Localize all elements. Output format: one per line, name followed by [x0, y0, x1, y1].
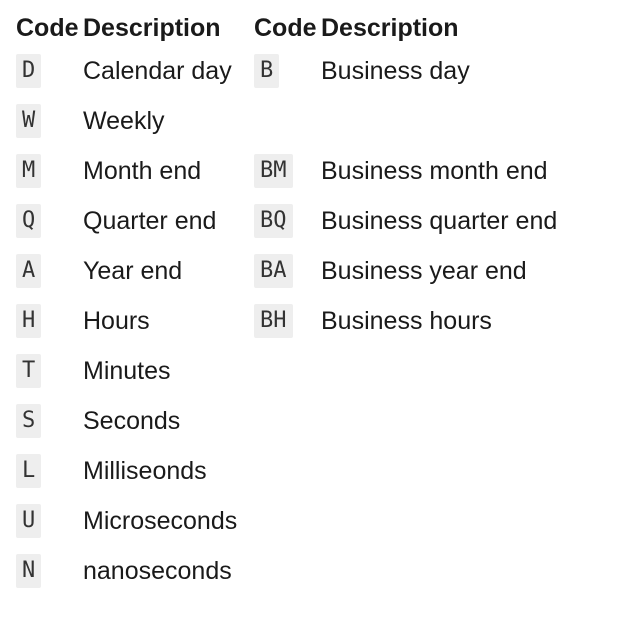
business-description-cell: Business quarter end: [321, 206, 558, 235]
table-row: W Weekly: [16, 96, 557, 146]
business-frequency-code: B: [254, 54, 280, 88]
business-code-cell: BQ: [254, 196, 321, 246]
table-row: D Calendar day B Business day: [16, 46, 557, 96]
description-cell: Month end: [83, 156, 202, 185]
header-description-2: Description: [321, 13, 459, 42]
description-cell: Year end: [83, 256, 183, 285]
code-cell: L: [16, 446, 83, 496]
code-cell: M: [16, 146, 83, 196]
code-cell: U: [16, 496, 83, 546]
description-cell: Calendar day: [83, 56, 232, 85]
business-code-cell: BH: [254, 296, 321, 346]
code-cell: H: [16, 296, 83, 346]
business-code-cell: B: [254, 46, 321, 96]
table-row: Nnanoseconds: [16, 546, 557, 596]
code-cell: Q: [16, 196, 83, 246]
header-code-1: Code: [16, 13, 79, 42]
business-description-cell: Business day: [321, 56, 470, 85]
description-cell: Seconds: [83, 406, 181, 435]
description-cell: Weekly: [83, 106, 165, 135]
description-cell: Microseconds: [83, 506, 238, 535]
business-code-cell: [254, 346, 321, 396]
frequency-codes-table-container: Code Description Code Description D Calen…: [16, 10, 557, 596]
business-code-cell: [254, 446, 321, 496]
code-cell: T: [16, 346, 83, 396]
business-code-cell: [254, 496, 321, 546]
frequency-code: T: [16, 354, 42, 388]
frequency-code: W: [16, 104, 42, 138]
table-body: D Calendar day B Business day W Weekly M Month …: [16, 46, 557, 596]
business-code-cell: [254, 546, 321, 596]
business-code-cell: BA: [254, 246, 321, 296]
business-description-cell: [321, 496, 557, 546]
frequency-code: L: [16, 454, 42, 488]
table-row: M Month end BM Business month end: [16, 146, 557, 196]
business-description-cell: [321, 446, 557, 496]
frequency-code: N: [16, 554, 42, 588]
frequency-codes-table: Code Description Code Description D Calen…: [16, 10, 557, 596]
frequency-code: M: [16, 154, 42, 188]
frequency-code: U: [16, 504, 42, 538]
description-cell: Milliseonds: [83, 456, 207, 485]
header-description-1: Description: [83, 13, 221, 42]
business-description-cell: Business hours: [321, 306, 492, 335]
code-cell: W: [16, 96, 83, 146]
table-row: H Hours BH Business hours: [16, 296, 557, 346]
header-code-2: Code: [254, 13, 317, 42]
description-cell: nanoseconds: [83, 556, 232, 585]
page: { "headers": { "code_1": "Code", "descri…: [0, 0, 628, 642]
header-row: Code Description Code Description: [16, 10, 557, 46]
business-description-cell: Business year end: [321, 256, 527, 285]
business-code-cell: [254, 96, 321, 146]
frequency-code: S: [16, 404, 42, 438]
frequency-code: H: [16, 304, 42, 338]
table-row: S Seconds: [16, 396, 557, 446]
frequency-code: D: [16, 54, 42, 88]
business-description-cell: [321, 346, 557, 396]
description-cell: Hours: [83, 306, 150, 335]
business-description-cell: [321, 396, 557, 446]
business-description-cell: [321, 546, 557, 596]
frequency-code: Q: [16, 204, 42, 238]
business-code-cell: BM: [254, 146, 321, 196]
table-row: A Year end BA Business year end: [16, 246, 557, 296]
business-code-cell: [254, 396, 321, 446]
code-cell: D: [16, 46, 83, 96]
business-frequency-code: BA: [254, 254, 293, 288]
table-row: L Milliseonds: [16, 446, 557, 496]
description-cell: Minutes: [83, 356, 171, 385]
table-row: T Minutes: [16, 346, 557, 396]
table-header: Code Description Code Description: [16, 10, 557, 46]
description-cell: Quarter end: [83, 206, 217, 235]
business-description-cell: [321, 96, 557, 146]
table-row: Q Quarter end BQ Business quarter end: [16, 196, 557, 246]
business-frequency-code: BH: [254, 304, 293, 338]
code-cell: N: [16, 546, 83, 596]
business-frequency-code: BQ: [254, 204, 293, 238]
business-frequency-code: BM: [254, 154, 293, 188]
frequency-code: A: [16, 254, 42, 288]
business-description-cell: Business month end: [321, 156, 548, 185]
code-cell: A: [16, 246, 83, 296]
code-cell: S: [16, 396, 83, 446]
table-row: U Microseconds: [16, 496, 557, 546]
